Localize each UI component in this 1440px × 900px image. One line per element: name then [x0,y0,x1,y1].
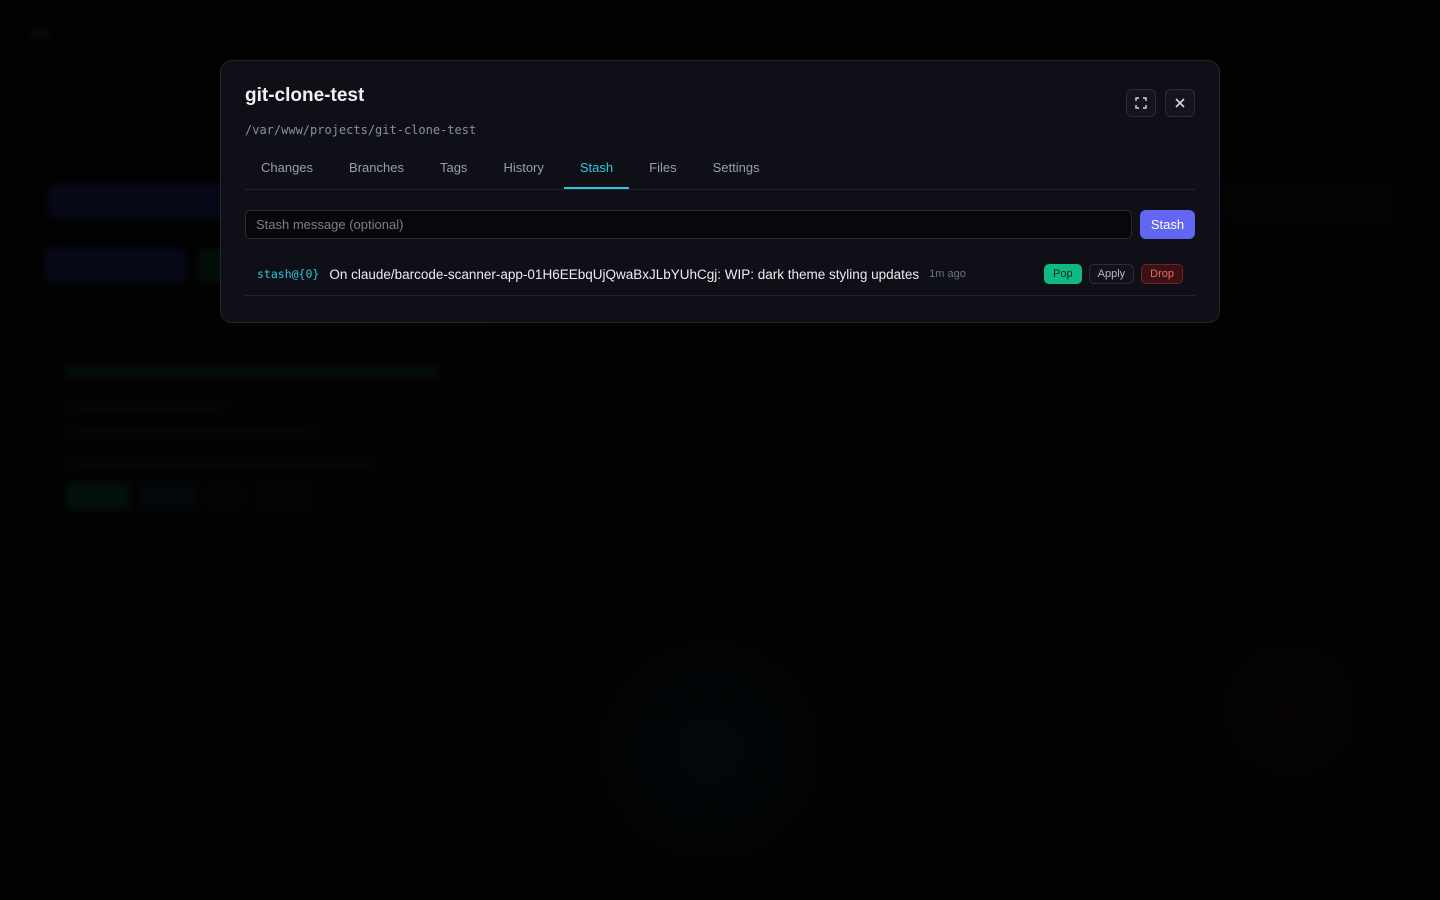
repository-modal: git-clone-test /var/www/projects/git-clo… [220,60,1220,323]
stash-ref: stash@{0} [257,267,320,281]
fullscreen-button[interactable] [1126,89,1156,117]
pop-button[interactable]: Pop [1044,264,1082,284]
tab-files[interactable]: Files [633,152,692,189]
tab-settings[interactable]: Settings [697,152,776,189]
tab-branches[interactable]: Branches [333,152,420,189]
stash-message: On claude/barcode-scanner-app-01H6EEbqUj… [329,266,920,282]
drop-button[interactable]: Drop [1141,264,1183,284]
stash-message-input[interactable] [245,210,1132,239]
tab-stash[interactable]: Stash [563,152,630,189]
stash-form: Stash [245,210,1195,239]
repository-path: /var/www/projects/git-clone-test [245,123,477,137]
stash-list-item: stash@{0} On claude/barcode-scanner-app-… [245,253,1195,296]
close-icon [1175,98,1185,108]
modal-tabs: Changes Branches Tags History Stash File… [245,152,1195,190]
apply-button[interactable]: Apply [1088,264,1135,284]
tab-tags[interactable]: Tags [424,152,483,189]
stash-actions: Pop Apply Drop [1044,264,1183,284]
tab-changes[interactable]: Changes [245,152,329,189]
stash-button[interactable]: Stash [1140,210,1195,239]
stash-timestamp: 1m ago [929,268,966,280]
modal-actions [1126,89,1195,117]
modal-title: git-clone-test [245,85,365,106]
expand-icon [1135,97,1147,109]
tab-history[interactable]: History [487,152,559,189]
close-button[interactable] [1165,89,1195,117]
